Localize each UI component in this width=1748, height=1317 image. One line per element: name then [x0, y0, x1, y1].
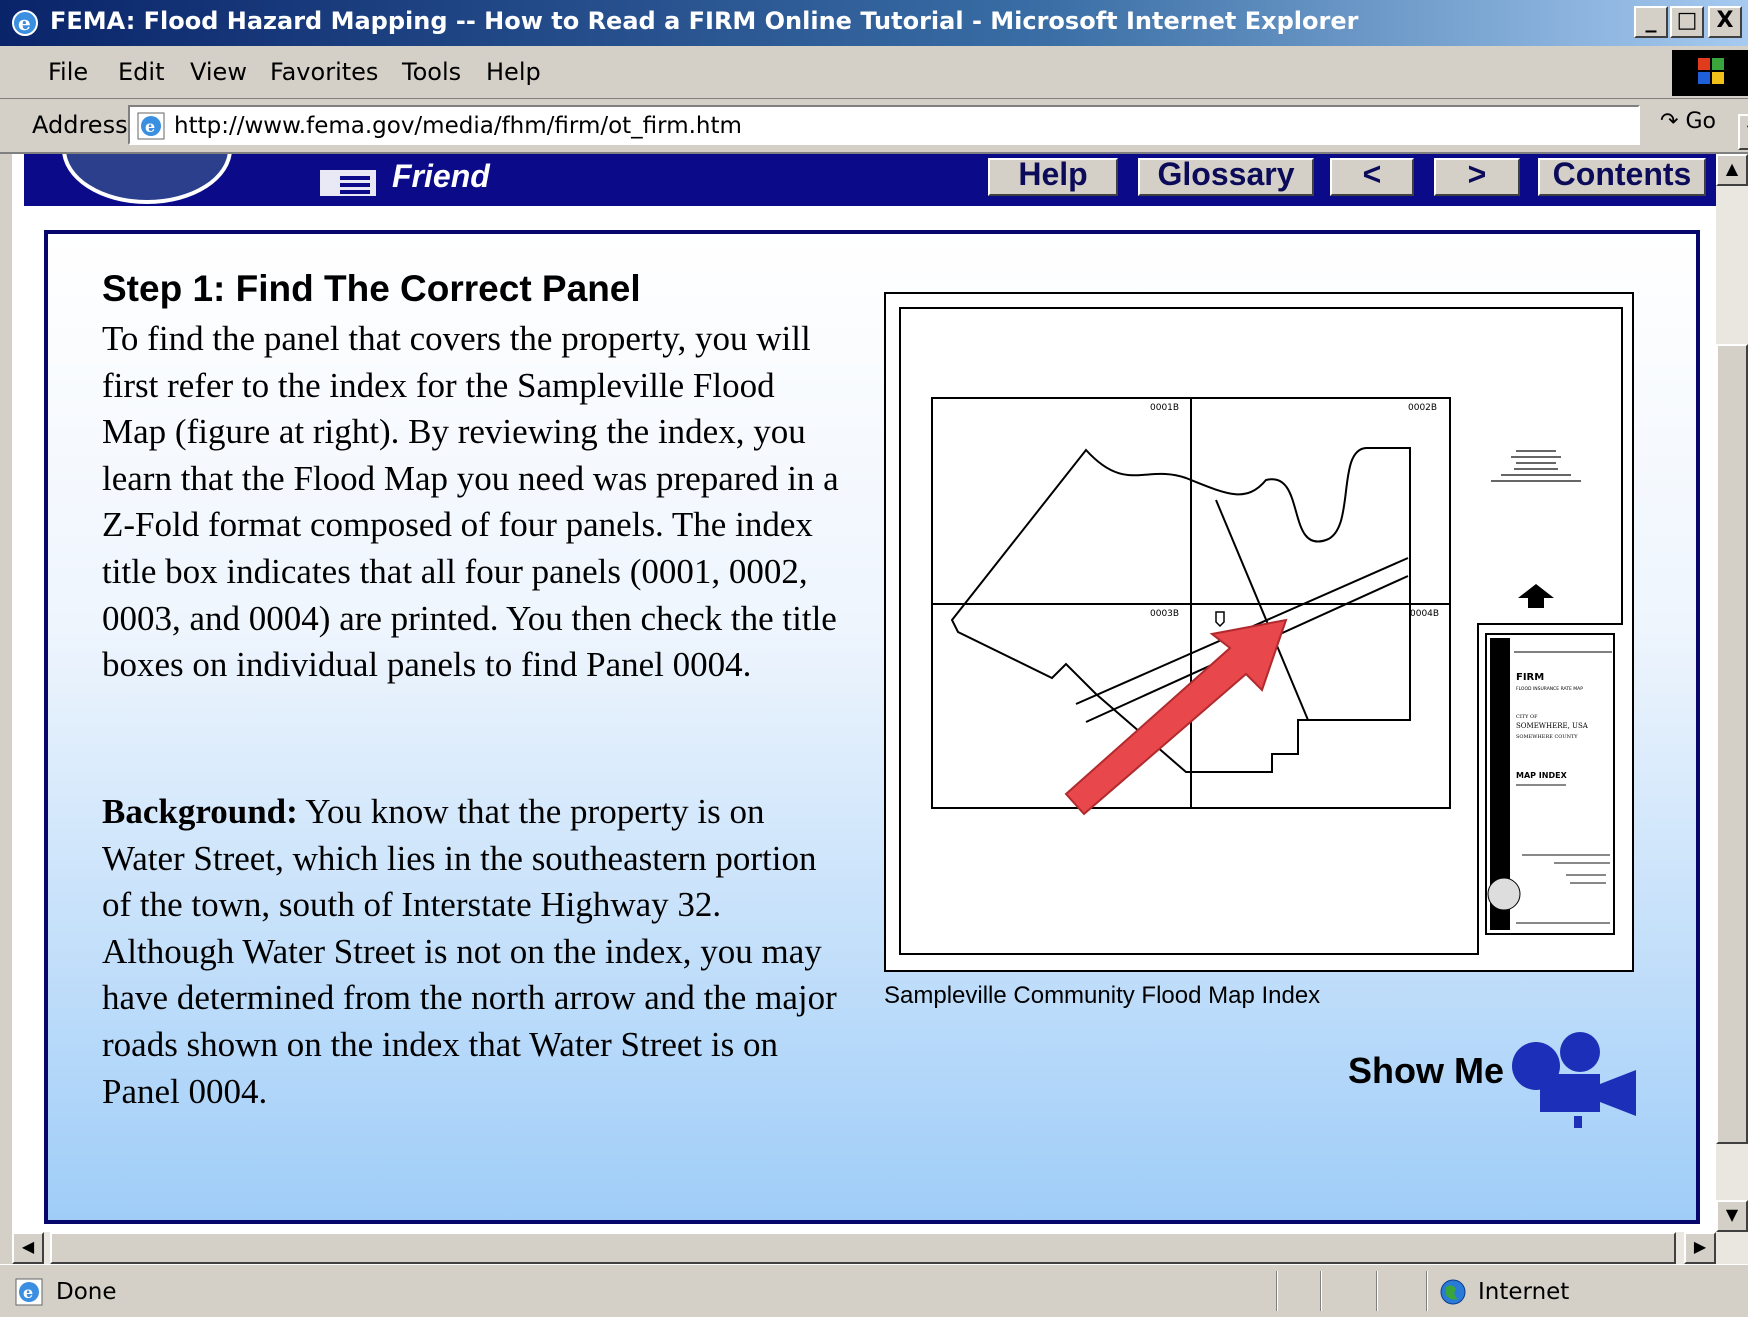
page-viewport[interactable]: Friend Help Glossary < > Contents Step 1…: [12, 154, 1716, 1232]
help-button[interactable]: Help: [988, 158, 1118, 196]
status-text: Done: [56, 1279, 117, 1305]
menu-tools[interactable]: Tools: [402, 58, 461, 86]
site-header: Friend Help Glossary < > Contents: [24, 154, 1716, 206]
scroll-right-button[interactable]: ▶: [1684, 1232, 1716, 1264]
scroll-left-button[interactable]: ◀: [12, 1232, 44, 1264]
show-me-link[interactable]: Show Me: [1348, 1050, 1504, 1092]
menu-view[interactable]: View: [190, 58, 247, 86]
fema-seal-small-icon: [1487, 877, 1521, 911]
status-divider: [1320, 1271, 1322, 1311]
address-input[interactable]: e http://www.fema.gov/media/fhm/firm/ot_…: [128, 105, 1748, 150]
svg-text:e: e: [18, 11, 31, 35]
firm-subtitle: FLOOD INSURANCE RATE MAP: [1516, 686, 1583, 692]
address-label: Address: [32, 111, 128, 139]
previous-button[interactable]: <: [1330, 158, 1414, 196]
panel-label-0001: 0001B: [1150, 403, 1179, 413]
panel-label-0004: 0004B: [1410, 609, 1439, 619]
page-icon: e: [137, 112, 165, 140]
county-name: SOMEWHERE COUNTY: [1516, 734, 1578, 740]
close-button[interactable]: X: [1708, 6, 1742, 38]
internet-explorer-icon: e: [12, 10, 38, 36]
status-divider: [1426, 1271, 1428, 1311]
tell-a-friend-icon: [320, 170, 376, 196]
go-arrow-icon: ↷: [1660, 109, 1679, 134]
svg-text:e: e: [23, 1283, 33, 1302]
window-title: FEMA: Flood Hazard Mapping -- How to Rea…: [50, 7, 1359, 35]
menu-file[interactable]: File: [48, 58, 88, 86]
vertical-scrollbar[interactable]: ▲ ▼: [1716, 154, 1748, 1232]
window-title-bar[interactable]: e FEMA: Flood Hazard Mapping -- How to R…: [0, 0, 1748, 46]
menu-help[interactable]: Help: [486, 58, 541, 86]
city-of-label: CITY OF: [1516, 714, 1538, 720]
flood-map-index-image: 0001B 0002B 0003B 0004B FIRM FLOOD INSUR: [899, 307, 1623, 955]
firm-title: FIRM: [1516, 672, 1544, 683]
step-title: Step 1: Find The Correct Panel: [102, 268, 641, 309]
vertical-scroll-thumb[interactable]: [1716, 344, 1748, 1144]
background-text: You know that the property is on Water S…: [102, 792, 837, 1111]
scroll-up-button[interactable]: ▲: [1716, 154, 1748, 186]
maximize-button[interactable]: □: [1670, 6, 1704, 38]
tell-a-friend-link[interactable]: Friend: [392, 158, 490, 195]
security-zone-text: Internet: [1478, 1279, 1570, 1305]
background-label: Background:: [102, 792, 298, 831]
windows-logo-icon: [1672, 50, 1748, 96]
horizontal-scroll-thumb[interactable]: [50, 1232, 1676, 1264]
scroll-down-button[interactable]: ▼: [1716, 1200, 1748, 1232]
figure-caption: Sampleville Community Flood Map Index: [884, 982, 1321, 1009]
instruction-paragraph: To find the panel that covers the proper…: [102, 319, 839, 685]
map-index-label: MAP INDEX: [1516, 771, 1568, 780]
svg-text:e: e: [145, 117, 155, 136]
horizontal-scrollbar[interactable]: ◀ ▶: [12, 1232, 1748, 1264]
panel-label-0003: 0003B: [1150, 609, 1179, 619]
status-bar: e Done Internet: [0, 1264, 1748, 1317]
video-camera-icon[interactable]: [1510, 1030, 1640, 1130]
flood-map-index-figure: 0001B 0002B 0003B 0004B FIRM FLOOD INSUR: [884, 292, 1634, 972]
address-bar: Address e http://www.fema.gov/media/fhm/…: [0, 99, 1748, 154]
panel-label-0002: 0002B: [1408, 403, 1437, 413]
city-name: SOMEWHERE, USA: [1516, 722, 1589, 730]
go-button[interactable]: ↷ Go: [1660, 109, 1716, 134]
page-status-icon: e: [15, 1278, 43, 1306]
fema-seal-icon: [62, 154, 232, 204]
address-dropdown-button[interactable]: ▼: [1738, 114, 1748, 150]
minimize-button[interactable]: _: [1634, 6, 1668, 38]
status-divider: [1276, 1271, 1278, 1311]
address-url: http://www.fema.gov/media/fhm/firm/ot_fi…: [174, 113, 742, 139]
menu-edit[interactable]: Edit: [118, 58, 164, 86]
menu-favorites[interactable]: Favorites: [270, 58, 378, 86]
next-button[interactable]: >: [1434, 158, 1520, 196]
status-divider: [1376, 1271, 1378, 1311]
menu-bar: File Edit View Favorites Tools Help: [0, 46, 1748, 99]
glossary-button[interactable]: Glossary: [1138, 158, 1314, 196]
background-paragraph: Background: You know that the property i…: [102, 789, 842, 1115]
internet-zone-globe-icon: [1440, 1279, 1466, 1305]
tutorial-panel: Step 1: Find The Correct Panel To find t…: [44, 230, 1700, 1224]
contents-button[interactable]: Contents: [1538, 158, 1706, 196]
